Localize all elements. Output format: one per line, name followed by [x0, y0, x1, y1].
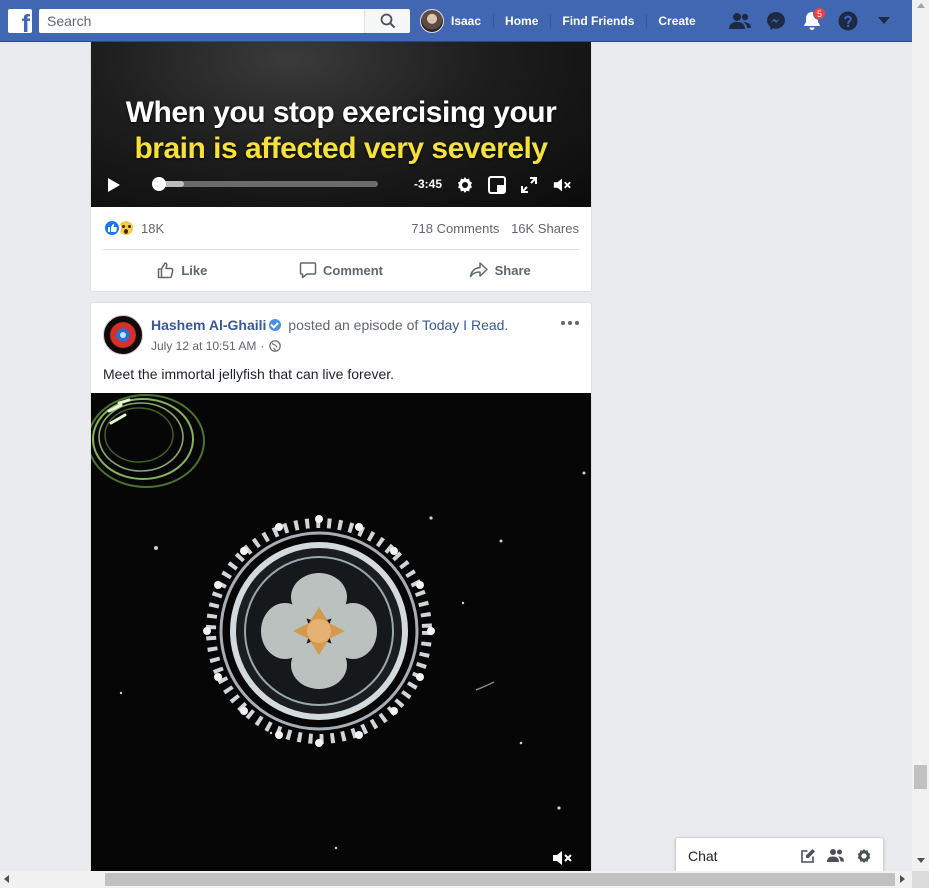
reactions-summary[interactable]: 18K [103, 219, 164, 237]
picture-in-picture-icon [488, 176, 506, 194]
post-timestamp[interactable]: July 12 at 10:51 AM [151, 339, 256, 353]
volume-muted-icon [553, 178, 571, 192]
new-message-icon[interactable] [799, 847, 817, 865]
profile-name: Isaac [451, 14, 482, 28]
like-reaction-icon [103, 219, 121, 237]
chat-label: Chat [688, 848, 718, 864]
post-header: Hashem Al-Ghaili posted an episode of To… [103, 315, 579, 359]
reactions-count: 18K [141, 220, 165, 236]
fullscreen-button[interactable] [519, 175, 539, 195]
more-dots-icon [561, 321, 565, 325]
friend-requests-icon [729, 13, 751, 29]
video-caption-line-2: brain is affected very severely [134, 132, 548, 165]
post-headline: Hashem Al-Ghaili posted an episode of To… [151, 317, 508, 333]
horizontal-scroll-thumb[interactable] [105, 873, 895, 886]
help-icon [838, 11, 858, 31]
engagement-counts: 718 Comments 16K Shares [411, 221, 579, 236]
video-settings-button[interactable] [455, 175, 475, 195]
avatar [420, 9, 444, 33]
volume-muted-icon [553, 851, 572, 865]
feed-post: When you stop exercising your brain is a… [90, 42, 592, 292]
share-button[interactable]: Share [420, 251, 579, 289]
video-player[interactable] [91, 393, 591, 881]
gear-icon[interactable] [855, 847, 873, 865]
mute-button[interactable] [552, 175, 572, 195]
thumbs-up-icon [158, 262, 174, 279]
nav-find-friends-link[interactable]: Find Friends [550, 0, 646, 42]
help-button[interactable] [830, 0, 866, 42]
friend-requests-button[interactable] [722, 0, 758, 42]
account-menu-button[interactable] [866, 0, 902, 42]
picture-in-picture-button[interactable] [487, 175, 507, 195]
comment-icon [299, 262, 317, 279]
notifications-badge: 5 [813, 7, 826, 20]
post-timestamp-row: July 12 at 10:51 AM · [151, 339, 282, 353]
search-button[interactable] [364, 9, 410, 33]
comment-label: Comment [323, 262, 383, 278]
scroll-right-arrow-icon[interactable] [900, 875, 905, 883]
show-link[interactable]: Today I Read. [422, 317, 508, 333]
scroll-up-arrow-icon[interactable] [917, 3, 925, 8]
top-nav-icons: 5 [722, 0, 902, 42]
messenger-button[interactable] [758, 0, 794, 42]
video-scrubber-handle[interactable] [152, 177, 166, 191]
fullscreen-icon [521, 177, 537, 193]
post-stats: 18K 718 Comments 16K Shares [103, 207, 579, 250]
notifications-button[interactable]: 5 [794, 0, 830, 42]
shares-count-link[interactable]: 16K Shares [511, 221, 579, 236]
scroll-left-arrow-icon[interactable] [4, 875, 9, 883]
play-icon[interactable] [108, 178, 120, 192]
nav-home-link[interactable]: Home [493, 0, 550, 42]
like-label: Like [181, 262, 208, 278]
public-globe-icon[interactable] [269, 340, 282, 352]
feed-post: Hashem Al-Ghaili posted an episode of To… [90, 302, 592, 882]
top-nav-links: Isaac Home Find Friends Create [420, 0, 708, 42]
post-text: Meet the immortal jellyfish that can liv… [103, 366, 395, 382]
gear-icon [458, 177, 472, 193]
account-menu-caret-icon [878, 17, 890, 24]
vertical-scrollbar[interactable] [912, 0, 929, 871]
comments-count-link[interactable]: 718 Comments [411, 221, 499, 236]
profile-link[interactable]: Isaac [420, 0, 493, 42]
chat-tab[interactable]: Chat [675, 837, 884, 871]
scroll-down-arrow-icon[interactable] [917, 858, 925, 863]
like-button[interactable]: Like [103, 251, 262, 289]
top-navigation-bar: f Isaac Home Find Friends Create 5 [0, 0, 912, 42]
search-box [39, 9, 410, 33]
video-caption-line-1: When you stop exercising your [125, 96, 557, 129]
post-options-button[interactable] [558, 315, 582, 331]
horizontal-scrollbar[interactable] [0, 871, 912, 888]
video-controls: -3:45 [91, 167, 591, 203]
video-time-remaining: -3:45 [414, 177, 443, 191]
facebook-logo-icon[interactable]: f [8, 9, 32, 33]
post-actions: Like Comment Share [103, 251, 579, 289]
mute-button[interactable] [551, 849, 573, 870]
search-input[interactable] [39, 9, 359, 33]
create-group-icon[interactable] [827, 847, 845, 865]
vertical-scroll-thumb[interactable] [914, 765, 927, 789]
author-link[interactable]: Hashem Al-Ghaili [151, 317, 266, 333]
scrollbar-corner [912, 871, 929, 888]
messenger-icon [767, 12, 785, 30]
search-icon [380, 13, 395, 29]
share-arrow-icon [469, 262, 488, 278]
share-label: Share [494, 262, 531, 278]
page-avatar[interactable] [103, 315, 143, 355]
post-verb: posted an episode of [284, 317, 422, 333]
comment-button[interactable]: Comment [262, 251, 421, 289]
video-player[interactable]: When you stop exercising your brain is a… [91, 42, 591, 207]
nav-create-link[interactable]: Create [646, 0, 707, 42]
verified-badge-icon [269, 319, 282, 331]
jellyfish-video-frame [91, 393, 591, 881]
chat-actions [799, 847, 873, 865]
timestamp-separator: · [260, 339, 265, 353]
video-progress-bar[interactable] [152, 177, 378, 191]
